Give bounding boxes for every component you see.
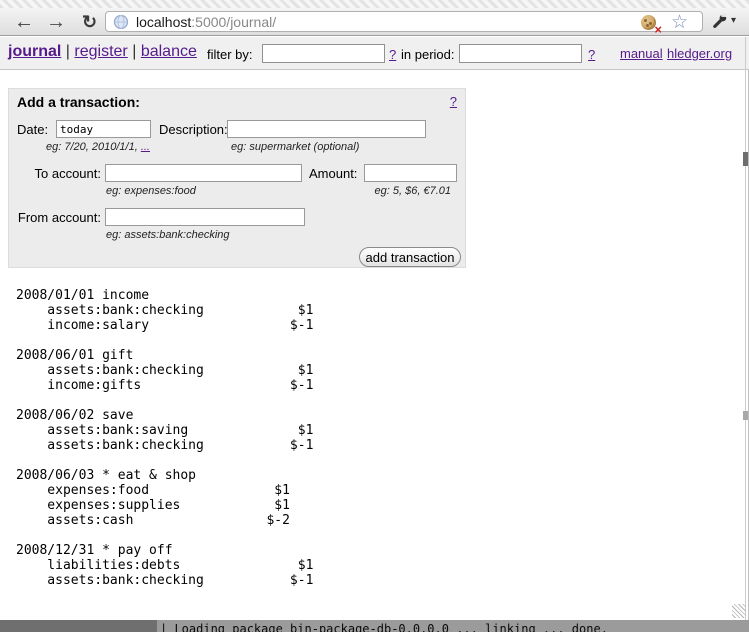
date-label: Date: [17, 122, 48, 137]
nav-link-register[interactable]: register [74, 43, 127, 60]
hledger-page: journal | register | balance filter by: … [0, 37, 749, 620]
nav-link-balance[interactable]: balance [141, 43, 197, 60]
wrench-menu-icon[interactable] [711, 13, 728, 35]
window-top-stripes [0, 0, 749, 8]
forward-icon[interactable]: → [46, 9, 66, 35]
from-account-input[interactable] [105, 208, 305, 226]
scrollbar-mark [743, 411, 748, 420]
period-help-link[interactable]: ? [588, 47, 595, 62]
globe-icon [113, 14, 129, 35]
browser-toolbar: ← → ↻ localhost:5000/journal/ × ☆ [0, 8, 749, 36]
back-icon[interactable]: ← [14, 9, 34, 35]
form-help-link[interactable]: ? [450, 94, 457, 109]
date-input[interactable] [56, 120, 151, 138]
amount-hint: eg: 5, $6, €7.01 [375, 185, 451, 197]
filter-input[interactable] [262, 44, 385, 63]
reload-icon[interactable]: ↻ [82, 9, 97, 35]
background-terminal-strip: | Loading package bin-package-db-0.0.0.0… [0, 620, 749, 632]
cookie-blocked-x: × [654, 23, 662, 36]
form-title: Add a transaction: [17, 94, 140, 110]
filter-help-link[interactable]: ? [389, 47, 396, 62]
url-text: localhost:5000/journal/ [136, 14, 276, 30]
resize-grip-icon[interactable] [732, 604, 746, 618]
url-path: :5000/journal/ [191, 14, 276, 30]
wrench-caret-icon[interactable]: ▾ [731, 15, 736, 26]
from-account-label: From account: [9, 210, 101, 225]
site-navbar: journal | register | balance filter by: … [0, 37, 749, 70]
nav-link-journal[interactable]: journal [8, 43, 61, 60]
nav-separator: | [66, 43, 70, 60]
date-hint: eg: 7/20, 2010/1/1, ... [46, 141, 150, 153]
desktop-segment [0, 620, 157, 632]
address-bar[interactable]: localhost:5000/journal/ × ☆ [105, 11, 703, 32]
to-account-label: To account: [9, 166, 101, 181]
bookmark-star-icon[interactable]: ☆ [671, 12, 688, 33]
add-transaction-button[interactable]: add transaction [359, 247, 461, 267]
in-period-label: in period: [401, 47, 454, 62]
nav-links: journal | register | balance [8, 43, 197, 61]
cookie-blocked-icon[interactable]: × [641, 15, 656, 30]
description-label: Description: [159, 122, 228, 137]
date-hint-link[interactable]: ... [141, 141, 150, 153]
browser-window: ← → ↻ localhost:5000/journal/ × ☆ [0, 0, 749, 632]
hledger-org-link[interactable]: hledger.org [667, 46, 732, 61]
terminal-output-text: | Loading package bin-package-db-0.0.0.0… [160, 622, 608, 632]
url-host: localhost [136, 14, 191, 30]
to-account-input[interactable] [105, 164, 302, 182]
add-transaction-form: Add a transaction: ? Date: Description: … [8, 88, 466, 268]
nav-separator: | [132, 43, 136, 60]
amount-label: Amount: [309, 166, 357, 181]
description-hint: eg: supermarket (optional) [231, 141, 359, 153]
from-account-hint: eg: assets:bank:checking [106, 229, 230, 241]
amount-input[interactable] [364, 164, 457, 182]
scrollbar-track [745, 37, 746, 620]
description-input[interactable] [227, 120, 426, 138]
journal-listing: 2008/01/01 income assets:bank:checking $… [16, 288, 313, 588]
manual-link[interactable]: manual [620, 46, 663, 61]
to-account-hint: eg: expenses:food [106, 185, 196, 197]
period-input[interactable] [459, 44, 582, 63]
filter-by-label: filter by: [207, 47, 253, 62]
scrollbar-thumb[interactable] [743, 152, 748, 166]
